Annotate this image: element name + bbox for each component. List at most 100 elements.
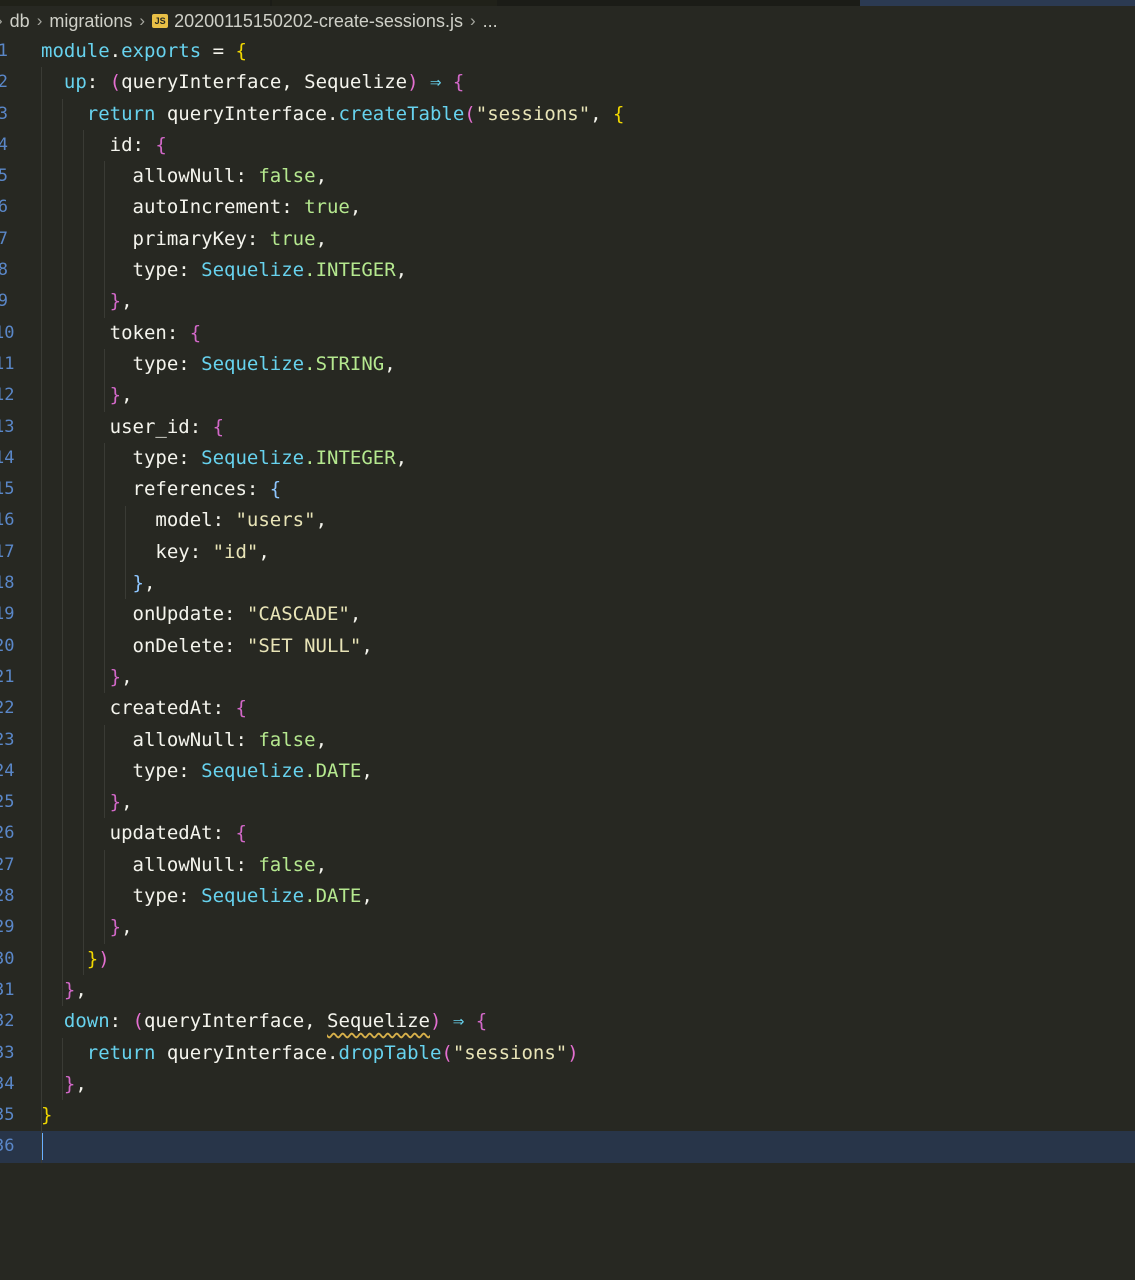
breadcrumb-ellipsis[interactable]: ... (483, 11, 498, 32)
code-line[interactable]: 33 return queryInterface.dropTable("sess… (0, 1038, 1135, 1069)
code-line[interactable]: 25 }, (0, 787, 1135, 818)
code-token: ) (567, 1041, 579, 1064)
code-token: } (86, 947, 99, 970)
code-line[interactable]: 16 model: "users", (0, 505, 1135, 536)
code-line[interactable]: 3 return queryInterface.createTable("ses… (0, 99, 1135, 130)
code-text: references: { (41, 474, 282, 505)
code-line[interactable]: 10 token: { (0, 318, 1135, 349)
line-number: 33 (0, 1042, 15, 1063)
line-number: 7 (0, 228, 8, 249)
code-line[interactable]: 28 type: Sequelize.DATE, (0, 881, 1135, 912)
code-text: up: (queryInterface, Sequelize) ⇒ { (41, 67, 464, 98)
code-token: allowNull (41, 728, 236, 751)
code-line[interactable]: 5 allowNull: false, (0, 161, 1135, 192)
code-line[interactable]: 11 type: Sequelize.STRING, (0, 349, 1135, 380)
code-line[interactable]: 2 up: (queryInterface, Sequelize) ⇒ { (0, 67, 1135, 98)
js-file-icon: JS (152, 14, 169, 28)
code-token: : (212, 822, 236, 845)
breadcrumb-folder-db[interactable]: db (10, 11, 30, 32)
code-token: module (41, 40, 110, 62)
code-token: : (178, 259, 202, 282)
code-token: = (201, 40, 236, 62)
code-line[interactable]: 23 allowNull: false, (0, 725, 1135, 756)
code-token: autoIncrement (41, 196, 282, 219)
code-line[interactable]: 32 down: (queryInterface, Sequelize) ⇒ { (0, 1006, 1135, 1037)
code-token: , (395, 259, 408, 282)
code-text: }, (41, 787, 133, 818)
code-token: : (189, 540, 213, 563)
code-token: , (315, 728, 328, 751)
code-token: Sequelize (201, 446, 305, 469)
code-token: : (224, 603, 247, 626)
code-line[interactable]: 4 id: { (0, 130, 1135, 161)
code-text: return queryInterface.createTable("sessi… (41, 99, 625, 130)
code-token: "sessions" (475, 102, 591, 125)
code-token: } (109, 665, 122, 688)
indent-guide (62, 98, 64, 1007)
code-token: { (235, 40, 247, 62)
code-line[interactable]: 31 }, (0, 975, 1135, 1006)
line-number: 14 (0, 447, 15, 468)
code-token: : (235, 165, 259, 188)
code-line[interactable]: 22 createdAt: { (0, 693, 1135, 724)
code-line[interactable]: 35} (0, 1100, 1135, 1131)
code-text: type: Sequelize.DATE, (41, 881, 373, 912)
code-line[interactable]: 36 (0, 1131, 1135, 1163)
code-line[interactable]: 6 autoIncrement: true, (0, 192, 1135, 223)
indent-guide (104, 442, 106, 694)
line-number: 23 (0, 729, 15, 750)
code-token: onDelete (41, 634, 225, 657)
code-text: down: (queryInterface, Sequelize) ⇒ { (41, 1006, 487, 1037)
code-editor[interactable]: 1 module.exports = {2 up: (queryInterface… (0, 36, 1135, 1163)
code-token: } (109, 290, 122, 313)
code-token: : (109, 1010, 133, 1033)
code-token: { (189, 321, 202, 344)
code-text: }, (41, 286, 133, 317)
line-number: 12 (0, 385, 15, 406)
breadcrumb-file[interactable]: JS 20200115150202-create-sessions.js (152, 11, 463, 32)
chevron-right-icon: › (469, 11, 476, 30)
indent-guide (41, 67, 42, 1163)
code-line[interactable]: 9 }, (0, 286, 1135, 317)
code-text: }, (41, 662, 133, 693)
code-token: "users" (235, 509, 316, 532)
code-line[interactable]: 26 updatedAt: { (0, 818, 1135, 849)
indent-guide (125, 505, 127, 600)
breadcrumb-folder-migrations[interactable]: migrations (49, 11, 132, 32)
code-token: . (327, 102, 339, 125)
code-line[interactable]: 12 }, (0, 380, 1135, 411)
code-line[interactable]: 34 }, (0, 1069, 1135, 1100)
code-line[interactable]: 7 primaryKey: true, (0, 224, 1135, 255)
code-line[interactable]: 19 onUpdate: "CASCADE", (0, 599, 1135, 630)
code-line[interactable]: 8 type: Sequelize.INTEGER, (0, 255, 1135, 286)
code-token: { (212, 415, 225, 438)
code-line[interactable]: 14 type: Sequelize.INTEGER, (0, 443, 1135, 474)
code-line[interactable]: 29 }, (0, 912, 1135, 943)
line-number: 30 (0, 948, 15, 969)
code-token: : (178, 759, 202, 782)
line-number: 11 (0, 353, 15, 374)
code-line[interactable]: 21 }, (0, 662, 1135, 693)
code-line[interactable]: 24 type: Sequelize.DATE, (0, 756, 1135, 787)
code-line[interactable]: 15 references: { (0, 474, 1135, 505)
code-line[interactable]: 1 module.exports = { (0, 36, 1135, 67)
code-line[interactable]: 30 }) (0, 944, 1135, 975)
code-token: : (246, 478, 270, 501)
code-line[interactable]: 18 }, (0, 568, 1135, 599)
code-text: onUpdate: "CASCADE", (41, 599, 362, 630)
code-line[interactable]: 13 user_id: { (0, 412, 1135, 443)
code-line[interactable]: 17 key: "id", (0, 537, 1135, 568)
code-token: : (224, 634, 247, 657)
code-line[interactable]: 20 onDelete: "SET NULL", (0, 631, 1135, 662)
code-token: Sequelize (201, 259, 305, 282)
code-token: Sequelize (327, 1010, 430, 1033)
code-line[interactable]: 27 allowNull: false, (0, 850, 1135, 881)
code-token: token (41, 321, 167, 344)
code-token: false (258, 853, 316, 876)
code-token: , (349, 603, 362, 626)
code-text: id: { (41, 130, 167, 161)
line-number: 9 (0, 291, 8, 312)
code-token: .DATE (304, 759, 362, 782)
code-text: }, (41, 380, 133, 411)
